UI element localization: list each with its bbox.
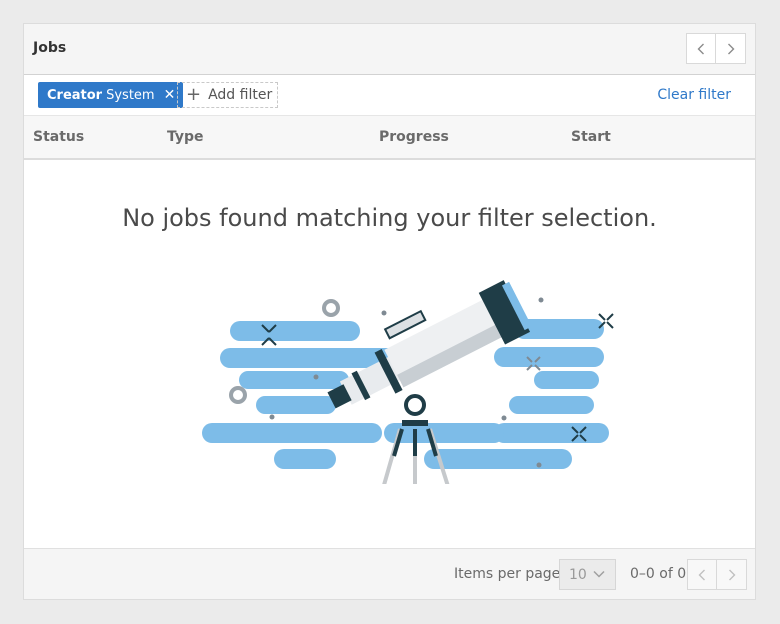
pagination-nav xyxy=(687,559,747,590)
pagination-range: 0–0 of 0 xyxy=(630,566,687,582)
prev-page-button[interactable] xyxy=(687,559,717,590)
plus-icon: + xyxy=(186,84,202,105)
next-button[interactable] xyxy=(716,33,746,64)
chevron-right-icon xyxy=(727,43,734,54)
panel-header: Jobs xyxy=(24,24,755,75)
column-header-start[interactable]: Start xyxy=(571,129,611,145)
chevron-right-icon xyxy=(728,569,735,580)
items-per-page-select[interactable]: 10 xyxy=(559,559,616,590)
filter-chip-value: System xyxy=(106,87,155,103)
column-header-progress[interactable]: Progress xyxy=(379,129,449,145)
next-page-button[interactable] xyxy=(717,559,747,590)
clear-filter-link[interactable]: Clear filter xyxy=(657,87,731,103)
add-filter-button[interactable]: + Add filter xyxy=(177,82,278,108)
empty-state-message: No jobs found matching your filter selec… xyxy=(122,204,657,232)
items-per-page-value: 10 xyxy=(569,566,587,583)
add-filter-label: Add filter xyxy=(208,87,273,103)
jobs-panel: Jobs Creator System ✕ + Add filter Clear… xyxy=(23,23,756,600)
column-header-status[interactable]: Status xyxy=(33,129,84,145)
header-nav xyxy=(686,33,746,64)
close-icon[interactable]: ✕ xyxy=(164,87,176,103)
filter-chip-creator[interactable]: Creator System ✕ xyxy=(38,82,184,108)
items-per-page-label: Items per page xyxy=(454,566,561,582)
table-footer: Items per page 10 0–0 of 0 xyxy=(24,548,755,599)
page-title: Jobs xyxy=(33,40,67,56)
prev-button[interactable] xyxy=(686,33,716,64)
chevron-left-icon xyxy=(698,569,705,580)
chevron-down-icon xyxy=(593,570,605,578)
filter-chip-key: Creator xyxy=(47,87,103,103)
chevron-left-icon xyxy=(697,43,704,54)
column-header-type[interactable]: Type xyxy=(167,129,204,145)
telescope-illustration xyxy=(202,280,614,484)
filter-bar: Creator System ✕ + Add filter Clear filt… xyxy=(24,76,755,116)
table-header: Status Type Progress Start xyxy=(24,116,755,160)
